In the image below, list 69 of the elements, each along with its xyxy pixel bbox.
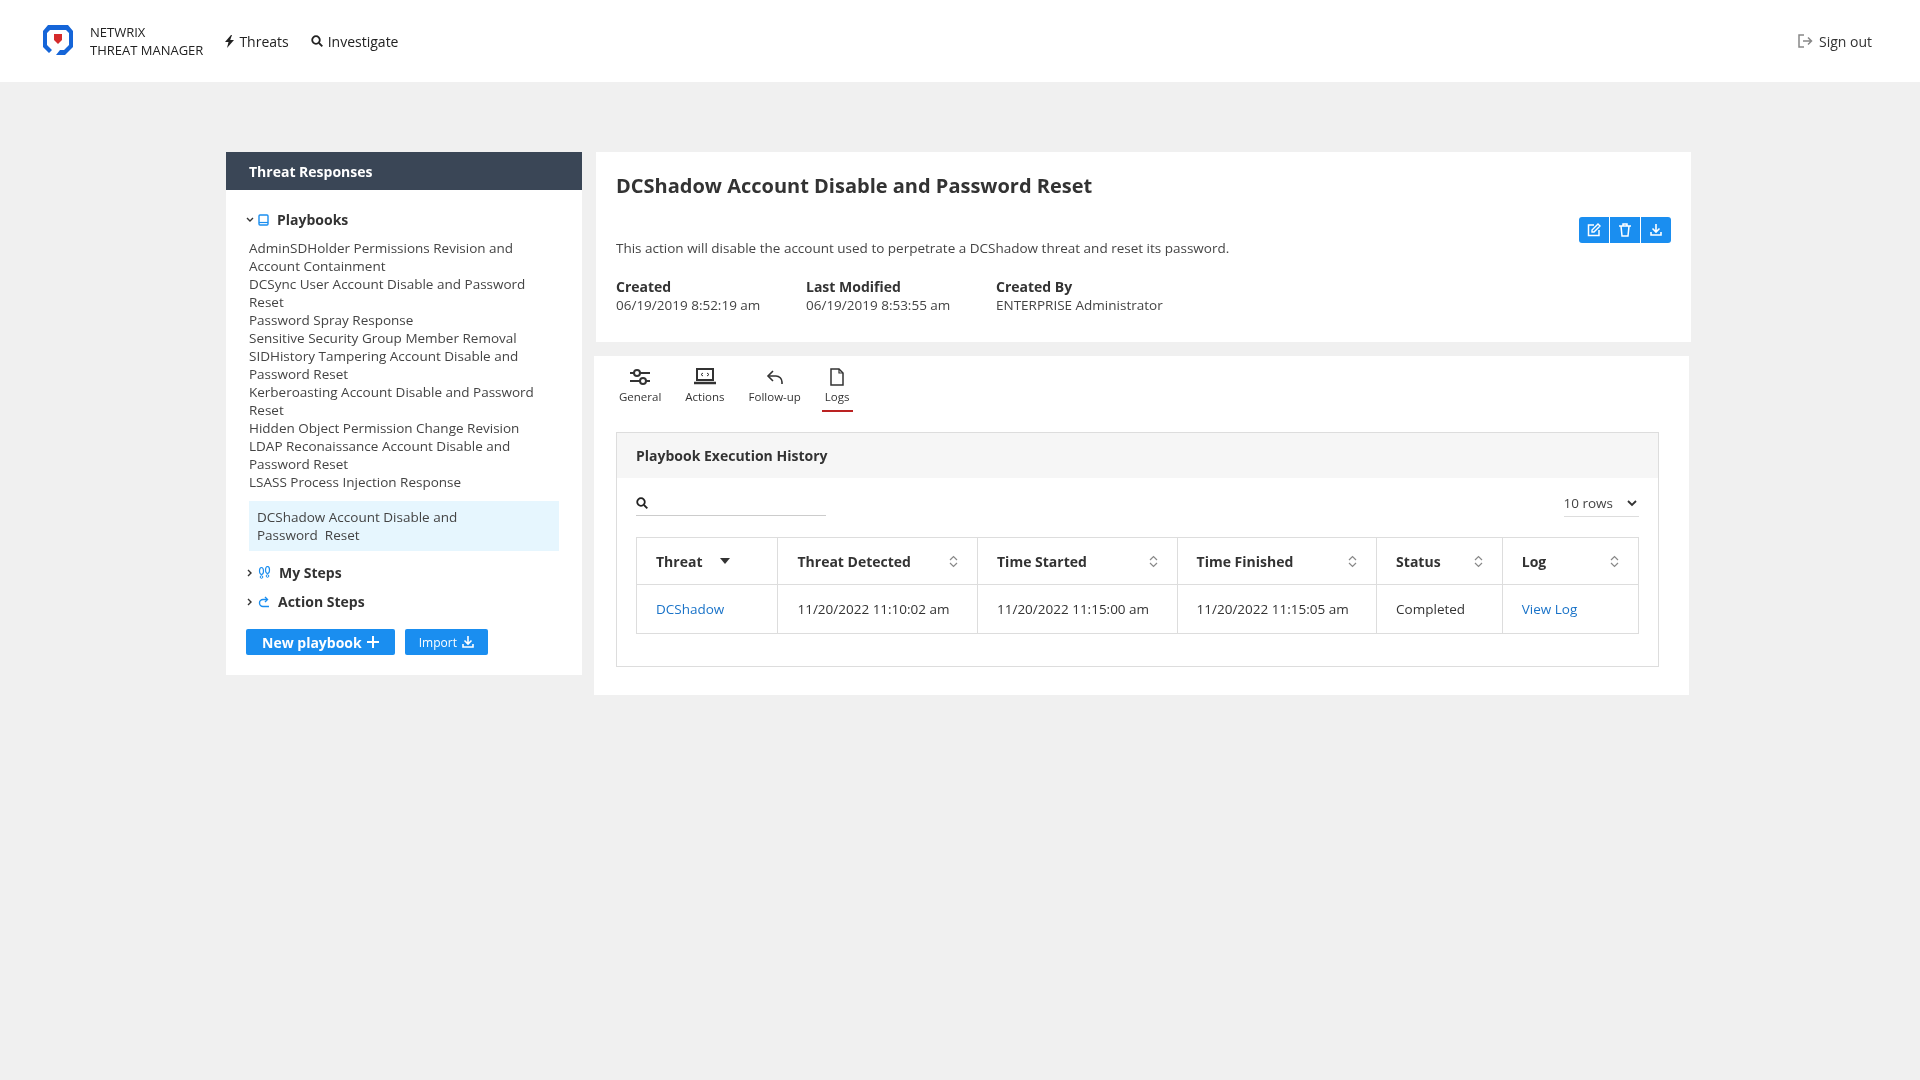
document-icon: [830, 368, 845, 386]
edit-icon: [1587, 223, 1601, 237]
table-cell: 11/20/2022 11:15:05 am: [1177, 584, 1377, 634]
chevron-right-icon: [246, 568, 254, 577]
download-icon: [1650, 224, 1662, 236]
field-label: Created By: [996, 277, 1074, 296]
brand-name: THREAT MANAGER: [90, 41, 204, 59]
tab[interactable]: Logs: [821, 366, 853, 412]
table-cell: Completed: [1376, 584, 1503, 634]
column-header[interactable]: Status: [1376, 537, 1503, 585]
playbook-item[interactable]: LSASS Process Injection Response: [249, 473, 554, 491]
tab[interactable]: Follow-up: [745, 366, 804, 412]
tree-section[interactable]: Action Steps: [246, 592, 562, 611]
brand-name: NETWRIX: [90, 23, 147, 41]
playbook-item[interactable]: Sensitive Security Group Member Removal: [249, 329, 554, 347]
edit-button[interactable]: [1579, 217, 1609, 243]
column-header[interactable]: Time Finished: [1177, 537, 1377, 585]
table-link[interactable]: View Log: [1521, 600, 1578, 618]
column-header[interactable]: Time Started: [977, 537, 1178, 585]
tab[interactable]: Actions: [682, 366, 728, 412]
field-label: Created: [616, 277, 673, 296]
field-value: ENTERPRISE Administrator: [996, 296, 1163, 314]
panel-title: Playbook Execution History: [617, 433, 1658, 478]
rows-dropdown[interactable]: 10 rows: [1563, 490, 1639, 517]
sliders-icon: [630, 368, 651, 386]
playbook-item[interactable]: DCSync User Account Disable and Password Reset: [249, 275, 554, 311]
field-value: 06/19/2019 8:53:55 am: [806, 296, 952, 314]
column-header[interactable]: Log: [1502, 537, 1639, 585]
sign-out-icon: [1797, 34, 1813, 48]
table-link[interactable]: DCShadow: [656, 600, 725, 618]
tab[interactable]: General: [616, 366, 665, 412]
field-value: 06/19/2019 8:52:19 am: [616, 296, 762, 314]
delete-button[interactable]: [1610, 217, 1640, 243]
tree-section[interactable]: Playbooks: [246, 210, 562, 229]
description-text: This action will disable the account used to perpetrate a DCShadow threat and reset its password.: [616, 239, 1231, 257]
plus-icon: [366, 636, 379, 648]
playbook-title: DCShadow Account Disable and Password Reset: [616, 172, 1094, 199]
column-header[interactable]: Threat Detected: [777, 537, 978, 585]
playbook-item[interactable]: Hidden Object Permission Change Revision: [249, 419, 554, 437]
search-icon: [636, 497, 648, 509]
search-icon: [310, 35, 323, 47]
playbook-item[interactable]: SIDHistory Tampering Account Disable and Password Reset: [249, 347, 554, 383]
sign-out-link[interactable]: Sign out: [1797, 31, 1872, 51]
playbook-item[interactable]: Password Spray Response: [249, 311, 554, 329]
tree-section[interactable]: My Steps: [246, 563, 562, 582]
chevron-right-icon: [246, 597, 254, 606]
redo-arrow-icon: [258, 595, 270, 608]
trash-icon: [1619, 223, 1631, 237]
reply-arrow-icon: [765, 368, 784, 386]
column-header[interactable]: Threat: [636, 537, 778, 585]
chevron-down-icon: [1627, 499, 1637, 507]
playbook-item[interactable]: DCShadow Account Disable and Password Reset: [249, 501, 559, 551]
panel-header: Threat Responses: [226, 152, 582, 190]
chevron-down-icon: [246, 215, 254, 224]
lightning-bolt-icon: [225, 34, 235, 48]
footprints-icon: [258, 566, 271, 579]
table-cell: 11/20/2022 11:10:02 am: [777, 584, 978, 634]
nav-link[interactable]: Threats: [225, 31, 289, 51]
download-button[interactable]: [1641, 217, 1671, 243]
book-icon: [258, 213, 269, 226]
shield-logo-icon: [42, 24, 74, 58]
playbook-item[interactable]: Kerberoasting Account Disable and Password Reset: [249, 383, 554, 419]
field-label: Last Modified: [806, 277, 902, 296]
nav-link[interactable]: Investigate: [310, 31, 399, 51]
download-icon: [461, 636, 474, 648]
playbook-item[interactable]: LDAP Reconaissance Account Disable and Password Reset: [249, 437, 554, 473]
laptop-code-icon: [693, 368, 716, 386]
playbook-item[interactable]: AdminSDHolder Permissions Revision and Account Containment: [249, 239, 554, 275]
table-cell: 11/20/2022 11:15:00 am: [977, 584, 1178, 634]
